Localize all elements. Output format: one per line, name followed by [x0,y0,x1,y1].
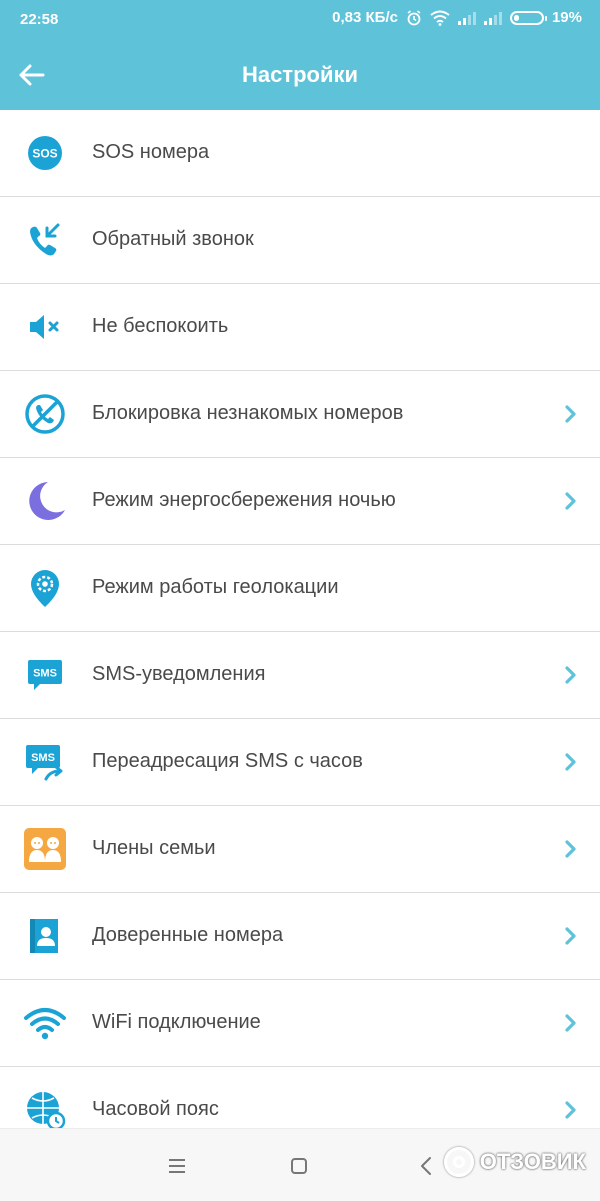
page-title: Настройки [241,62,359,87]
setting-family-members[interactable]: Члены семьи [0,806,600,893]
setting-label: Доверенные номера [92,924,284,946]
setting-sms-notifications[interactable]: SMS SMS-уведомления [0,632,600,719]
signal-1-icon [457,11,476,25]
wifi-icon [24,1008,66,1040]
setting-label: Переадресация SMS с часов [92,750,363,772]
watermark-text: ОТЗОВИК [479,1149,586,1174]
setting-label: SOS номера [92,141,210,163]
sos-icon-text: SOS [32,147,57,161]
battery-icon [509,10,547,25]
setting-do-not-disturb[interactable]: Не беспокоить [0,284,600,371]
chevron-right-icon [565,1014,576,1032]
setting-sms-forwarding[interactable]: SMS Переадресация SMS с часов [0,719,600,806]
wifi-status-icon [430,10,450,26]
chevron-right-icon [565,927,576,945]
sos-icon: SOS [28,136,62,170]
triangle-back-icon[interactable] [412,1151,442,1181]
chevron-right-icon [565,840,576,858]
setting-sos-numbers[interactable]: SOS SOS номера [0,110,600,197]
callback-phone-icon [30,223,60,256]
menu-lines-icon[interactable] [162,1151,192,1181]
setting-block-unknown[interactable]: Блокировка незнакомых номеров [0,371,600,458]
sms-icon: SMS [28,660,62,690]
chevron-right-icon [565,753,576,771]
setting-label: Члены семьи [92,837,216,859]
setting-label: Блокировка незнакомых номеров [92,402,404,424]
setting-label: WiFi подключение [92,1011,261,1033]
sms-forward-icon-text: SMS [31,752,55,764]
sms-forward-icon: SMS [26,745,63,781]
chevron-right-icon [565,492,576,510]
alarm-icon [407,9,421,25]
speaker-mute-icon [30,315,59,339]
setting-label: SMS-уведомления [92,663,266,685]
battery-percent: 19% [551,9,582,26]
app-header: Настройки [0,38,600,110]
status-time: 22:58 [20,11,59,28]
chevron-right-icon [565,1101,576,1119]
chevron-right-icon [565,666,576,684]
setting-trusted-numbers[interactable]: Доверенные номера [0,893,600,980]
location-gear-icon [31,570,59,607]
setting-callback[interactable]: Обратный звонок [0,197,600,284]
setting-label: Не беспокоить [92,315,229,337]
setting-night-power-saving[interactable]: Режим энергосбережения ночью [0,458,600,545]
status-bar: 22:58 0,83 КБ/с 19% [0,0,600,38]
contact-book-icon [30,919,58,953]
globe-clock-icon [27,1092,66,1131]
network-speed: 0,83 КБ/с [332,9,398,26]
setting-label: Часовой пояс [92,1098,219,1120]
setting-label: Режим энергосбережения ночью [92,489,396,511]
watermark: ОТЗОВИК [443,1147,586,1177]
setting-label: Режим работы геолокации [92,576,339,598]
setting-wifi-connection[interactable]: WiFi подключение [0,980,600,1067]
sms-icon-text: SMS [33,668,57,680]
setting-geolocation-mode[interactable]: Режим работы геолокации [0,545,600,632]
chevron-right-icon [565,405,576,423]
square-home-icon[interactable] [284,1151,314,1181]
system-nav-bar: ОТЗОВИК [0,1128,600,1201]
setting-label: Обратный звонок [92,228,254,250]
moon-icon [29,482,65,520]
top-app-bar: 22:58 0,83 КБ/с 19% Настройки [0,0,600,110]
settings-list: SOS SOS номера Обратный звонок Не беспок… [0,110,600,1154]
signal-2-icon [483,11,502,25]
blocked-phone-icon [25,394,65,434]
battery-level [513,14,519,21]
watermark-logo-icon [443,1147,474,1177]
family-icon [24,828,66,870]
status-right: 0,83 КБ/с 19% [332,9,582,26]
